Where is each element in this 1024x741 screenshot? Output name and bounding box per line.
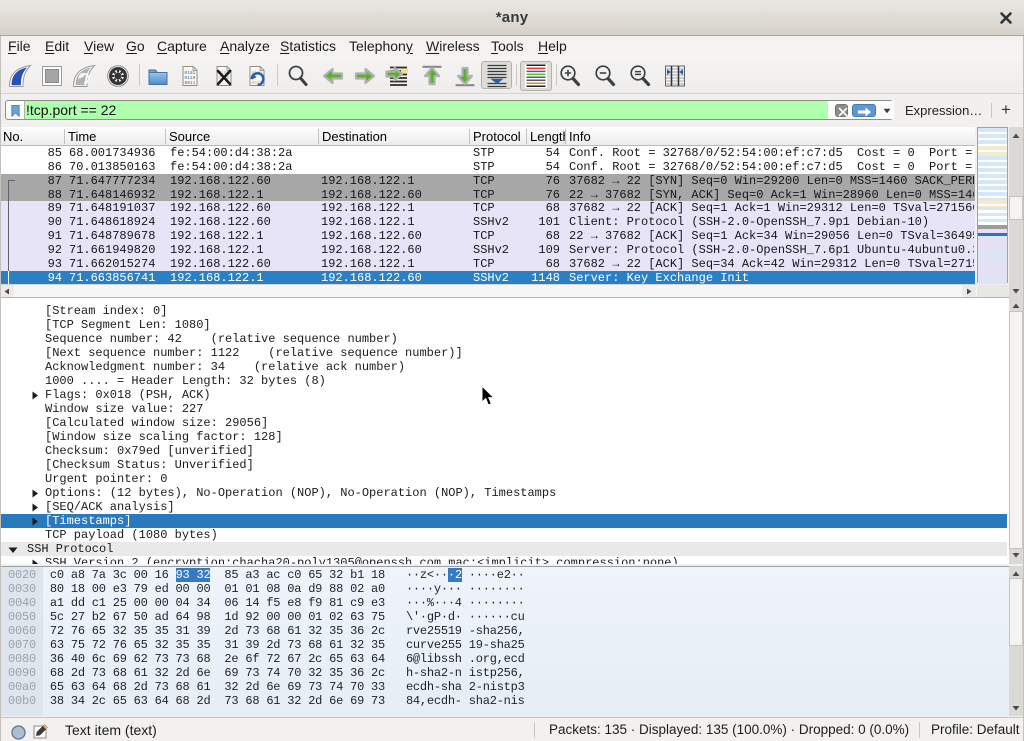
svg-text:0011: 0011 xyxy=(185,80,196,86)
